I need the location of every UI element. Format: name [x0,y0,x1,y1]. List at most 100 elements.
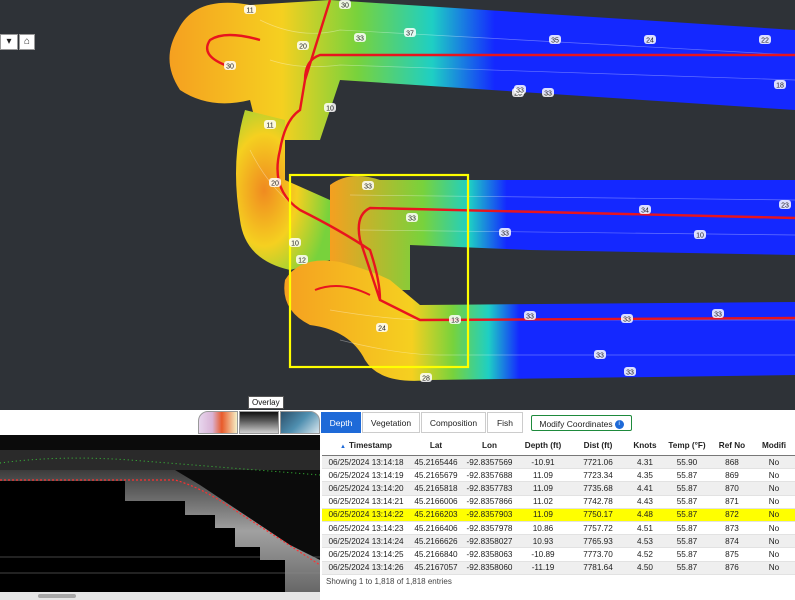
table-cell: 06/25/2024 13:14:23 [322,521,410,536]
table-cell: 4.53 [627,534,663,549]
tab-composition[interactable]: Composition [421,412,486,433]
contour-label: 35 [551,38,559,45]
table-cell: -92.8357569 [462,455,517,470]
sonar-echogram[interactable] [0,435,320,600]
table-cell: 11.09 [517,508,569,522]
tab-vegetation[interactable]: Vegetation [362,412,420,433]
modify-coordinates-label: Modify Coordinates [539,419,613,429]
table-row[interactable]: 06/25/2024 13:14:22 45.2166203 -92.8357903… [322,508,795,522]
table-row[interactable]: 06/25/2024 13:14:19 45.2165679 -92.8357688… [322,468,795,483]
contour-label: 24 [378,326,386,333]
overlay-tooltip: Overlay [248,396,284,409]
basemap-dropdown[interactable]: ▾ [0,34,18,50]
echogram-scrollbar[interactable] [0,592,320,600]
table-cell: 11.09 [517,468,569,483]
table-cell: No [753,481,795,496]
info-badge-icon: i [614,420,624,430]
echogram-scroll-thumb[interactable] [38,594,76,598]
table-cell: 11.02 [517,495,569,509]
table-cell: 4.41 [627,481,663,496]
table-cell: -11.19 [517,561,569,575]
contour-label: 13 [451,318,459,325]
depth-map[interactable]: 1120303033373326111020101233333334101324… [0,0,795,410]
table-cell: 45.2165446 [410,455,462,470]
column-header-lat[interactable]: Lat [410,436,462,456]
table-cell: 7735.68 [569,481,627,496]
table-cell: 7750.17 [569,508,627,522]
depth-surface-bottom [284,260,795,381]
contour-label: 33 [408,216,416,223]
table-row[interactable]: 06/25/2024 13:14:26 45.2167057 -92.8358060… [322,561,795,575]
tab-fish[interactable]: Fish [487,412,523,433]
table-cell: 4.35 [627,468,663,483]
contour-label: 23 [781,203,789,210]
table-cell: No [753,508,795,522]
table-info: Showing 1 to 1,818 of 1,818 entries [326,577,452,586]
table-cell: No [753,455,795,470]
table-cell: -92.8358060 [462,561,517,575]
contour-label: 11 [266,123,273,130]
table-row[interactable]: 06/25/2024 13:14:21 45.2166006 -92.8357866… [322,495,795,509]
overlay-thumbnail[interactable] [239,411,279,434]
vegetation-thumbnail[interactable] [198,411,238,434]
column-header-ref-no[interactable]: Ref No [711,436,753,456]
table-row[interactable]: 06/25/2024 13:14:20 45.2165818 -92.8357783… [322,481,795,496]
column-header-timestamp[interactable]: ▲ Timestamp [322,436,410,456]
contour-label: 10 [291,241,299,248]
table-cell: 45.2166840 [410,547,462,562]
contour-label: 33 [501,231,509,238]
table-cell: 4.52 [627,547,663,562]
table-cell: 06/25/2024 13:14:21 [322,495,410,509]
column-header-temp[interactable]: Temp (°F) [663,436,711,456]
column-header-modified[interactable]: Modifi [753,436,795,456]
table-cell: 45.2165818 [410,481,462,496]
table-cell: 869 [711,468,753,483]
contour-label: 33 [544,91,552,98]
map-canvas[interactable]: 1120303033373326111020101233333334101324… [0,0,795,410]
table-header-row: ▲ Timestamp Lat Lon Depth (ft) Dist (ft) … [322,436,795,456]
table-cell: 4.48 [627,508,663,522]
contour-label: 10 [326,106,334,113]
contour-label: 33 [623,317,631,324]
table-row[interactable]: 06/25/2024 13:14:24 45.2166626 -92.8358027… [322,534,795,549]
table-cell: 55.87 [663,495,711,509]
contour-label: 30 [226,64,234,71]
home-icon[interactable]: ⌂ [19,34,35,50]
table-cell: 10.93 [517,534,569,549]
table-cell: 06/25/2024 13:14:26 [322,561,410,575]
table-cell: 55.87 [663,521,711,536]
table-cell: 7721.06 [569,455,627,470]
column-header-dist[interactable]: Dist (ft) [569,436,627,456]
contour-label: 33 [516,88,524,95]
table-cell: 870 [711,481,753,496]
table-cell: 871 [711,495,753,509]
table-cell: -92.8357783 [462,481,517,496]
table-cell: No [753,534,795,549]
map-thumbnail[interactable] [280,411,320,434]
table-cell: -92.8357866 [462,495,517,509]
column-header-lon[interactable]: Lon [462,436,517,456]
table-cell: -92.8357978 [462,521,517,536]
table-cell: 7773.70 [569,547,627,562]
table-cell: 4.31 [627,455,663,470]
column-header-depth[interactable]: Depth (ft) [517,436,569,456]
table-cell: 55.87 [663,534,711,549]
contour-label: 30 [341,3,349,10]
table-cell: 4.51 [627,521,663,536]
table-cell: -92.8358027 [462,534,517,549]
table-row[interactable]: 06/25/2024 13:14:23 45.2166406 -92.8357978… [322,521,795,536]
column-header-knots[interactable]: Knots [627,436,663,456]
table-cell: 45.2166406 [410,521,462,536]
table-cell: 876 [711,561,753,575]
table-cell: 7723.34 [569,468,627,483]
table-row[interactable]: 06/25/2024 13:14:25 45.2166840 -92.8358063… [322,547,795,562]
contour-label: 18 [776,83,784,90]
table-cell: 06/25/2024 13:14:22 [322,508,410,522]
table-cell: 7781.64 [569,561,627,575]
modify-coordinates-button[interactable]: Modify Coordinates i [531,415,632,431]
table-cell: -92.8357688 [462,468,517,483]
table-cell: 7765.93 [569,534,627,549]
table-row[interactable]: 06/25/2024 13:14:18 45.2165446 -92.8357569… [322,455,795,470]
tab-depth[interactable]: Depth [321,412,361,433]
echogram-canvas [0,435,320,592]
